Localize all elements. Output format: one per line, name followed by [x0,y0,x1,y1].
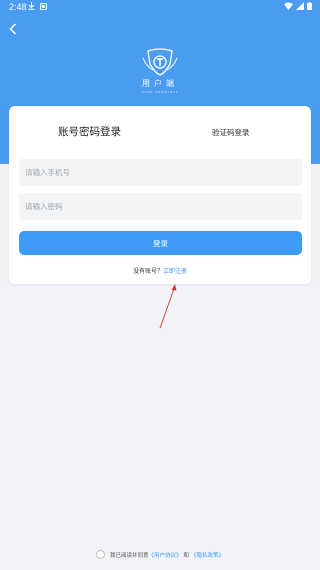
no-account-label: 没有账号？ [132,268,163,275]
agreement-prefix: 我已阅读并同意 [109,552,149,559]
chevron-left-icon [9,23,17,35]
wifi-icon [284,2,293,10]
phone-input[interactable] [19,159,302,186]
agreement-row: 我已阅读并同意 《用户协议》 和 《隐私政策》 [0,550,320,559]
status-bar: 2:48 [0,0,320,14]
shield-logo-icon [142,48,178,76]
tab-password-login[interactable]: 账号密码登录 [58,124,121,139]
agreement-and: 和 [183,552,190,559]
privacy-policy-link[interactable]: 《隐私政策》 [191,551,224,559]
user-agreement-link[interactable]: 《用户协议》 [148,551,181,559]
back-button[interactable] [5,21,21,37]
register-link[interactable]: 立即注册 [163,268,187,275]
agreement-checkbox[interactable] [95,550,105,559]
tab-code-login[interactable]: 验证码登录 [212,127,250,138]
notification-icon [40,3,47,12]
signal-icon [296,2,304,10]
battery-icon [307,2,312,10]
password-input[interactable] [19,193,302,220]
status-time: 2:48 [9,2,27,12]
logo-title: 用户端 [142,79,178,88]
register-prompt: 没有账号？立即注册 [0,266,320,275]
annotation-arrow-icon [159,284,177,329]
logo-subtitle: USER TERMINAL [141,90,179,94]
status-icons [284,2,312,10]
download-icon [28,2,35,12]
login-button[interactable]: 登录 [19,231,302,255]
